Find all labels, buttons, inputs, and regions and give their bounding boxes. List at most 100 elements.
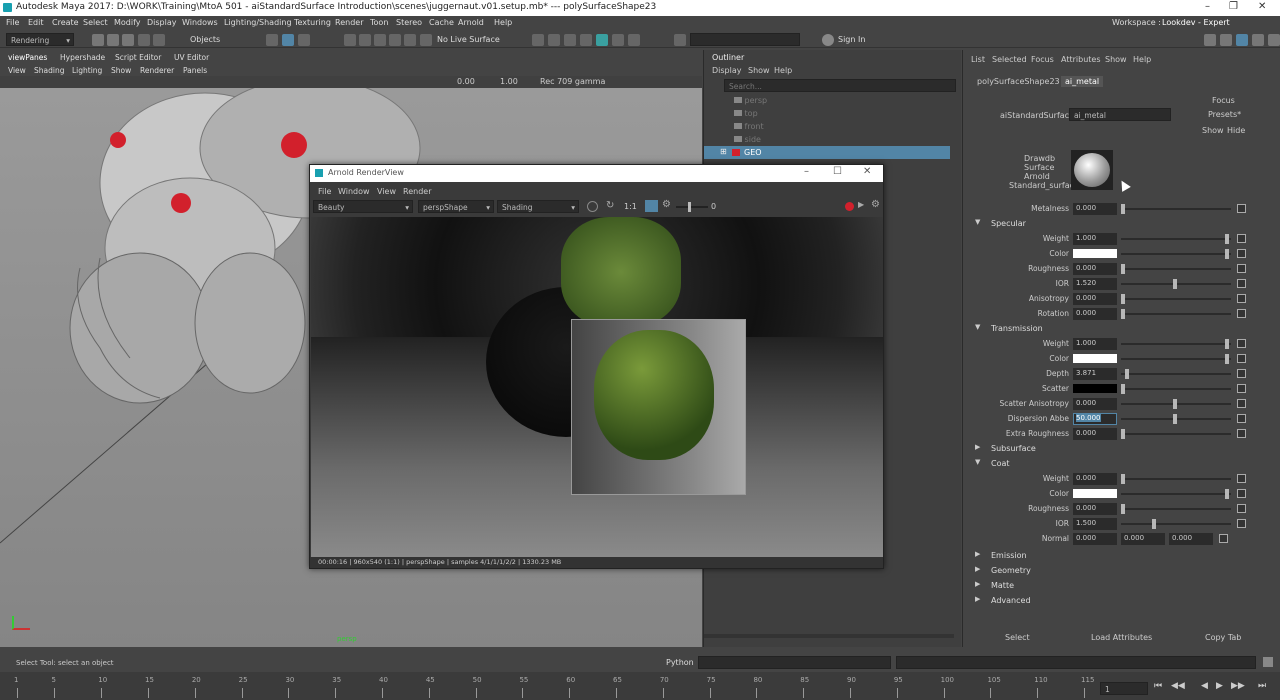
- color-swatch[interactable]: [1073, 354, 1117, 363]
- attr-slider[interactable]: [1121, 519, 1231, 529]
- refresh-icon[interactable]: ↻: [606, 200, 614, 211]
- slider-knob[interactable]: [1225, 234, 1229, 244]
- slider-knob[interactable]: [1121, 309, 1125, 319]
- slider-knob[interactable]: [1121, 429, 1125, 439]
- panel-menu-lighting[interactable]: Lighting: [72, 66, 102, 75]
- outliner-menu-show[interactable]: Show: [748, 66, 770, 75]
- exposure-slider[interactable]: [676, 202, 708, 212]
- attr-value-field[interactable]: 0.000: [1073, 398, 1117, 410]
- hypershade-icon[interactable]: [580, 34, 592, 46]
- pause-icon[interactable]: [628, 34, 640, 46]
- panel-menu-panels[interactable]: Panels: [183, 66, 207, 75]
- menu-render[interactable]: Render: [335, 18, 363, 27]
- redo-icon[interactable]: [153, 34, 165, 46]
- snap-curve-icon[interactable]: [359, 34, 371, 46]
- normal-field[interactable]: 0.000: [1169, 533, 1213, 545]
- panel-menu-shading[interactable]: Shading: [34, 66, 64, 75]
- slider-knob[interactable]: [1152, 519, 1156, 529]
- attr-slider[interactable]: [1121, 279, 1231, 289]
- tab-polysurfaceshape[interactable]: polySurfaceShape23: [977, 77, 1060, 86]
- map-button-icon[interactable]: [1237, 264, 1246, 273]
- map-button-icon[interactable]: [1237, 204, 1246, 213]
- workspace-select[interactable]: Lookdev - Expert: [1162, 18, 1230, 27]
- chevron-right-icon[interactable]: ▶: [975, 580, 980, 588]
- time-slider[interactable]: 1 5 10 15 20 25 30 35 40 45 50 55 60 65 70 75 80 85 90 95 10…: [0, 672, 1280, 700]
- attr-value-field[interactable]: 1.520: [1073, 278, 1117, 290]
- layout-icon[interactable]: [1268, 34, 1280, 46]
- minimize-button[interactable]: –: [1205, 1, 1210, 12]
- attr-slider[interactable]: [1121, 309, 1231, 319]
- script-editor-icon[interactable]: [1263, 657, 1273, 667]
- ipr-toggle-icon[interactable]: ▶: [858, 200, 864, 209]
- sign-in-button[interactable]: Sign In: [838, 35, 865, 44]
- tab-hypershade[interactable]: Hypershade: [60, 53, 105, 62]
- chevron-down-icon[interactable]: ▼: [975, 218, 980, 226]
- menu-create[interactable]: Create: [52, 18, 79, 27]
- map-button-icon[interactable]: [1237, 504, 1246, 513]
- play-forward-icon[interactable]: ▶: [1216, 681, 1223, 691]
- attr-slider[interactable]: [1121, 384, 1231, 394]
- menu-select[interactable]: Select: [83, 18, 108, 27]
- renderview-maximize[interactable]: ☐: [833, 166, 842, 177]
- go-to-start-icon[interactable]: ⏮: [1154, 681, 1162, 691]
- hide-button[interactable]: Hide: [1227, 126, 1245, 135]
- step-forward-icon[interactable]: ▶▶: [1231, 681, 1245, 691]
- section-header-advanced[interactable]: ▶ Advanced: [963, 594, 1263, 607]
- map-button-icon[interactable]: [1219, 534, 1228, 543]
- menu-file[interactable]: File: [6, 18, 19, 27]
- copy-tab-button[interactable]: Copy Tab: [1205, 633, 1241, 642]
- menu-modify[interactable]: Modify: [114, 18, 141, 27]
- menu-texturing[interactable]: Texturing: [294, 18, 331, 27]
- camera-select[interactable]: perspShape ▾: [418, 200, 494, 213]
- panel-menu-renderer[interactable]: Renderer: [140, 66, 174, 75]
- menu-arnold[interactable]: Arnold: [458, 18, 484, 27]
- arnold-render-icon[interactable]: [596, 34, 608, 46]
- outliner-item[interactable]: persp: [734, 96, 767, 105]
- render-settings-icon[interactable]: [564, 34, 576, 46]
- snap-grid-icon[interactable]: [344, 34, 356, 46]
- slider-knob[interactable]: [1121, 264, 1125, 274]
- exposure-value[interactable]: 0: [711, 202, 716, 211]
- open-scene-icon[interactable]: [107, 34, 119, 46]
- snapshot-icon[interactable]: [587, 201, 598, 212]
- normal-field[interactable]: 0.000: [1121, 533, 1165, 545]
- menu-set-select[interactable]: Rendering ▾: [6, 33, 74, 46]
- attr-value-field[interactable]: 1.000: [1073, 233, 1117, 245]
- attr-menu-list[interactable]: List: [971, 55, 985, 64]
- live-surface-label[interactable]: No Live Surface: [437, 35, 500, 44]
- tab-uv-editor[interactable]: UV Editor: [174, 53, 209, 62]
- outliner-menu-help[interactable]: Help: [774, 66, 792, 75]
- map-button-icon[interactable]: [1237, 414, 1246, 423]
- stop-render-icon[interactable]: [845, 202, 854, 211]
- outliner-item[interactable]: front: [734, 122, 764, 131]
- menu-cache[interactable]: Cache: [429, 18, 454, 27]
- attr-slider[interactable]: [1121, 354, 1231, 364]
- close-button[interactable]: ✕: [1258, 1, 1266, 12]
- maximize-button[interactable]: ❐: [1229, 1, 1238, 12]
- slider-knob[interactable]: [1173, 399, 1177, 409]
- input-line-icon[interactable]: [674, 34, 686, 46]
- outliner-menu-display[interactable]: Display: [712, 66, 742, 75]
- renderview-minimize[interactable]: –: [804, 166, 809, 177]
- outliner-item[interactable]: side: [734, 135, 761, 144]
- attr-slider[interactable]: [1121, 204, 1231, 214]
- color-swatch[interactable]: [1073, 249, 1117, 258]
- exposure-knob[interactable]: [688, 202, 691, 212]
- attr-slider[interactable]: [1121, 294, 1231, 304]
- attr-menu-help[interactable]: Help: [1133, 55, 1151, 64]
- attr-slider[interactable]: [1121, 429, 1231, 439]
- render-frame-icon[interactable]: [532, 34, 544, 46]
- menu-display[interactable]: Display: [147, 18, 177, 27]
- attr-value-field[interactable]: 3.871: [1073, 368, 1117, 380]
- section-header-matte[interactable]: ▶ Matte: [963, 579, 1263, 592]
- attr-menu-focus[interactable]: Focus: [1031, 55, 1054, 64]
- attr-slider[interactable]: [1121, 399, 1231, 409]
- slider-knob[interactable]: [1121, 204, 1125, 214]
- attr-value-field[interactable]: 0.000: [1073, 308, 1117, 320]
- exposure-field[interactable]: 0.00: [457, 77, 475, 86]
- menu-edit[interactable]: Edit: [28, 18, 44, 27]
- slider-knob[interactable]: [1225, 339, 1229, 349]
- command-line-input[interactable]: [698, 656, 891, 669]
- tab-viewpanes[interactable]: viewPanes: [8, 53, 47, 62]
- layout-icon[interactable]: [1204, 34, 1216, 46]
